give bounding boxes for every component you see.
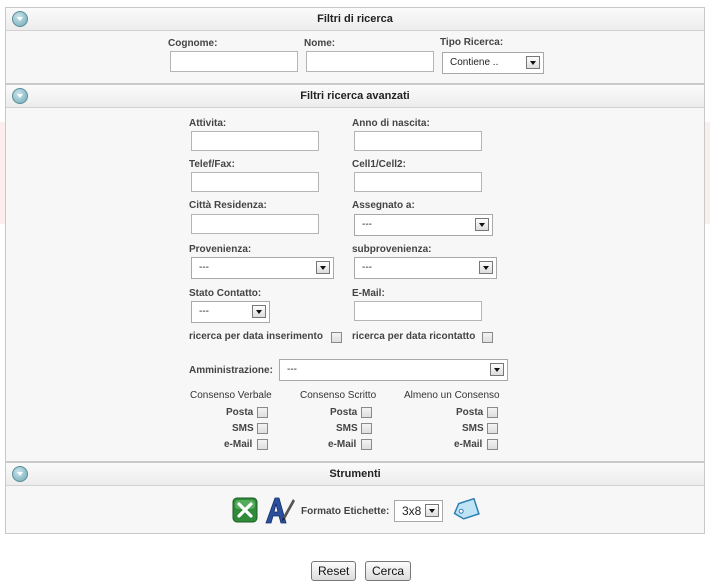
- consenso-verbale-sms-checkbox[interactable]: [257, 423, 268, 434]
- chevron-down-icon[interactable]: [316, 261, 330, 274]
- assegnato-select[interactable]: ---: [354, 214, 493, 236]
- assegnato-label: Assegnato a:: [352, 200, 415, 211]
- consenso-option-label: Posta: [330, 407, 358, 418]
- telef-fax-input[interactable]: [191, 172, 319, 192]
- data-ricontatto-label: ricerca per data ricontatto: [352, 331, 476, 342]
- almeno-email-checkbox[interactable]: [487, 439, 498, 450]
- panel-title: Filtri di ricerca: [317, 13, 393, 25]
- chevron-down-icon[interactable]: [252, 305, 266, 318]
- label-tag-icon[interactable]: [450, 498, 480, 522]
- selected-value: 3x8: [402, 504, 422, 518]
- selected-value: ---: [287, 364, 297, 375]
- attivita-label: Attivita:: [189, 118, 227, 129]
- consenso-verbale-title: Consenso Verbale: [190, 390, 272, 401]
- cognome-label: Cognome:: [168, 38, 218, 49]
- panel-tools: Strumenti: [5, 462, 705, 534]
- cognome-input[interactable]: [170, 51, 298, 72]
- selected-value: ---: [199, 306, 209, 317]
- email-input[interactable]: [354, 301, 482, 321]
- consenso-verbale-email-checkbox[interactable]: [257, 439, 268, 450]
- data-ricontatto-checkbox[interactable]: [482, 332, 493, 343]
- tipo-ricerca-select[interactable]: Contiene ..: [442, 52, 544, 74]
- nome-input[interactable]: [306, 51, 434, 72]
- attivita-input[interactable]: [191, 131, 319, 151]
- provenienza-label: Provenienza:: [189, 244, 252, 255]
- email-label: E-Mail:: [352, 288, 385, 299]
- consenso-option-label: e-Mail: [224, 439, 253, 450]
- chevron-down-icon[interactable]: [490, 363, 504, 376]
- excel-export-icon[interactable]: [232, 497, 258, 523]
- formato-etichette-label: Formato Etichette:: [301, 506, 390, 517]
- cerca-button[interactable]: Cerca: [365, 561, 412, 581]
- almeno-un-consenso-title: Almeno un Consenso: [404, 390, 500, 401]
- selected-value: ---: [362, 262, 372, 273]
- panel-header: Filtri di ricerca: [6, 8, 704, 31]
- subprovenienza-select[interactable]: ---: [354, 257, 497, 279]
- nome-label: Nome:: [304, 38, 336, 49]
- consenso-option-label: SMS: [462, 423, 484, 434]
- telef-fax-label: Telef/Fax:: [189, 159, 235, 170]
- cell-input[interactable]: [354, 172, 482, 192]
- consenso-option-label: Posta: [456, 407, 484, 418]
- data-inserimento-label: ricerca per data inserimento: [189, 331, 323, 342]
- almeno-posta-checkbox[interactable]: [487, 407, 498, 418]
- selected-value: ---: [362, 219, 372, 230]
- formato-etichette-select[interactable]: 3x8: [394, 500, 443, 522]
- anno-nascita-label: Anno di nascita:: [352, 118, 430, 129]
- consenso-option-label: SMS: [336, 423, 358, 434]
- panel-title: Filtri ricerca avanzati: [300, 90, 410, 102]
- cell-label: Cell1/Cell2:: [352, 159, 406, 170]
- anno-nascita-input[interactable]: [354, 131, 482, 151]
- chevron-down-icon[interactable]: [526, 56, 540, 69]
- citta-residenza-input[interactable]: [191, 214, 319, 234]
- consenso-scritto-title: Consenso Scritto: [300, 390, 377, 401]
- consenso-option-label: SMS: [232, 423, 254, 434]
- data-inserimento-checkbox[interactable]: [331, 332, 342, 343]
- consenso-scritto-sms-checkbox[interactable]: [361, 423, 372, 434]
- chevron-down-icon[interactable]: [425, 504, 439, 517]
- subprovenienza-label: subprovenienza:: [352, 244, 432, 255]
- citta-residenza-label: Città Residenza:: [189, 200, 267, 211]
- consenso-scritto-posta-checkbox[interactable]: [361, 407, 372, 418]
- collapse-toggle-icon[interactable]: [12, 88, 28, 104]
- tipo-ricerca-label: Tipo Ricerca:: [440, 37, 504, 48]
- stato-contatto-select[interactable]: ---: [191, 301, 270, 323]
- panel-title: Strumenti: [329, 468, 381, 480]
- consenso-option-label: Posta: [226, 407, 254, 418]
- chevron-down-icon[interactable]: [479, 261, 493, 274]
- reset-button[interactable]: Reset: [311, 561, 357, 581]
- consenso-option-label: e-Mail: [328, 439, 357, 450]
- collapse-toggle-icon[interactable]: [12, 11, 28, 27]
- consenso-option-label: e-Mail: [454, 439, 483, 450]
- panel-basic-filters: Filtri di ricerca: [5, 7, 705, 84]
- selected-value: ---: [199, 262, 209, 273]
- consenso-scritto-email-checkbox[interactable]: [361, 439, 372, 450]
- selected-value: Contiene ..: [450, 57, 499, 68]
- panel-header: Strumenti: [6, 463, 704, 486]
- chevron-down-icon[interactable]: [475, 218, 489, 231]
- stato-contatto-label: Stato Contatto:: [189, 288, 262, 299]
- font-a-icon[interactable]: [264, 495, 296, 525]
- consenso-verbale-posta-checkbox[interactable]: [257, 407, 268, 418]
- amministrazione-label: Amministrazione:: [189, 365, 273, 376]
- almeno-sms-checkbox[interactable]: [487, 423, 498, 434]
- amministrazione-select[interactable]: ---: [279, 359, 508, 381]
- provenienza-select[interactable]: ---: [191, 257, 334, 279]
- collapse-toggle-icon[interactable]: [12, 466, 28, 482]
- panel-header: Filtri ricerca avanzati: [6, 85, 704, 108]
